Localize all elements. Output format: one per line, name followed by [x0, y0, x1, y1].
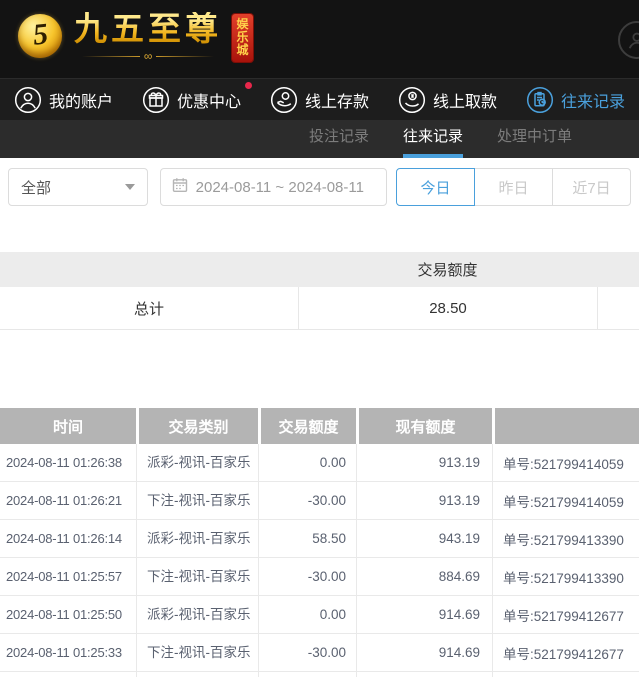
summary-total-row: 总计 28.50: [0, 287, 639, 330]
nav-item-promotions[interactable]: 优惠中心: [142, 86, 241, 114]
cell-amount: -30.00: [258, 558, 356, 595]
table-row[interactable]: 2024-08-11 01:25:57 下注-视讯-百家乐 -30.00 884…: [0, 558, 639, 596]
summary-table: 交易额度 总计 28.50: [0, 252, 639, 330]
yesterday-button[interactable]: 昨日: [474, 168, 553, 206]
cell-type: 下注-视讯-百家乐: [136, 634, 258, 671]
cell-balance: 914.69: [356, 634, 492, 671]
category-select-value: 全部: [21, 177, 51, 198]
date-range-input[interactable]: 2024-08-11 ~ 2024-08-11: [160, 168, 387, 206]
filter-bar: 全部 2024-08-11 ~ 2024-08-11 今日 昨日 近7日: [8, 168, 631, 206]
cell-balance: 913.19: [356, 444, 492, 481]
col-header-time: 时间: [0, 408, 136, 444]
cell-order: 单号:521799414059: [492, 482, 639, 519]
brand-header: 5 九五至尊 ∞ 娱 乐 城: [0, 0, 639, 78]
col-header-balance: 现有额度: [356, 408, 492, 444]
cell-type: 派彩-视讯-百家乐: [136, 520, 258, 557]
calendar-icon: [172, 177, 188, 197]
table-row[interactable]: 2024-08-11 01:26:38 派彩-视讯-百家乐 0.00 913.1…: [0, 444, 639, 482]
table-row[interactable]: 2024-08-11 01:25:33 下注-视讯-百家乐 -30.00 914…: [0, 634, 639, 672]
cell-balance: 913.19: [356, 482, 492, 519]
notification-dot: [245, 82, 252, 89]
cell-type: 下注-视讯-百家乐: [136, 558, 258, 595]
records-icon: [526, 86, 554, 114]
cell-type: 派彩-视讯-百家乐: [136, 596, 258, 633]
summary-header-amount: 交易额度: [298, 259, 597, 280]
gift-icon: [142, 86, 170, 114]
nav-item-label: 线上取款: [433, 88, 497, 112]
nav-item-label: 往来记录: [561, 88, 625, 112]
date-range-value: 2024-08-11 ~ 2024-08-11: [196, 179, 364, 196]
transactions-table: 时间 交易类别 交易额度 现有额度 2024-08-11 01:26:38 派彩…: [0, 408, 639, 677]
last7days-button[interactable]: 近7日: [552, 168, 631, 206]
nav-item-label: 线上存款: [305, 88, 369, 112]
cell-order: 单号:521799412677: [492, 596, 639, 633]
cell-amount: -30.00: [258, 634, 356, 671]
cell-type: 派彩-视讯-百家乐: [136, 444, 258, 481]
cell-amount: 58.50: [258, 520, 356, 557]
cell-time: 2024-08-11 01:25:50: [0, 596, 136, 633]
brand-badge: 娱 乐 城: [232, 14, 253, 62]
col-header-order: [492, 408, 639, 444]
cell-time: 2024-08-11 01:26:21: [0, 482, 136, 519]
table-row[interactable]: 2024-08-11 01:26:21 下注-视讯-百家乐 -30.00 913…: [0, 482, 639, 520]
cell-time: 2024-08-11 01:25:57: [0, 558, 136, 595]
col-header-type: 交易类别: [136, 408, 258, 444]
cell-order: 单号:521799413390: [492, 520, 639, 557]
logo-monogram: 5: [31, 17, 49, 52]
cell-time: 2024-08-11 01:26:38: [0, 444, 136, 481]
today-button[interactable]: 今日: [396, 168, 475, 206]
cell-type: 下注-视讯-百家乐: [136, 482, 258, 519]
cell-order: 单号:521799414059: [492, 444, 639, 481]
table-row[interactable]: 2024-08-11 01:25:50 派彩-视讯-百家乐 0.00 914.6…: [0, 596, 639, 634]
badge-char: 城: [236, 44, 248, 57]
cell-order: 单号:521799412677: [492, 634, 639, 671]
brand-logo[interactable]: 九五至尊 ∞: [74, 12, 222, 62]
flourish-ornament: ∞: [82, 50, 215, 62]
nav-item-transactions[interactable]: 往来记录: [526, 86, 625, 114]
summary-total-value: 28.50: [298, 287, 597, 329]
brand-logo-icon[interactable]: 5: [18, 14, 62, 58]
transactions-header-row: 时间 交易类别 交易额度 现有额度: [0, 408, 639, 444]
user-avatar-icon[interactable]: [618, 21, 639, 59]
cell-time: 2024-08-11 01:25:33: [0, 634, 136, 671]
category-select[interactable]: 全部: [8, 168, 148, 206]
cell-amount: 0.00: [258, 596, 356, 633]
withdraw-icon: [398, 86, 426, 114]
tab-bet-records[interactable]: 投注记录: [309, 120, 369, 158]
nav-item-label: 优惠中心: [177, 88, 241, 112]
user-icon: [14, 86, 42, 114]
transactions-body: 2024-08-11 01:26:38 派彩-视讯-百家乐 0.00 913.1…: [0, 444, 639, 672]
cell-balance: 943.19: [356, 520, 492, 557]
partial-row: [0, 672, 639, 677]
cell-time: 2024-08-11 01:26:14: [0, 520, 136, 557]
summary-header-row: 交易额度: [0, 252, 639, 287]
quick-date-buttons: 今日 昨日 近7日: [396, 168, 631, 206]
nav-item-label: 我的账户: [49, 88, 113, 112]
cell-amount: 0.00: [258, 444, 356, 481]
cell-amount: -30.00: [258, 482, 356, 519]
nav-item-withdraw[interactable]: 线上取款: [398, 86, 497, 114]
cell-balance: 914.69: [356, 596, 492, 633]
record-tabs: 投注记录 往来记录 处理中订单: [0, 120, 639, 158]
tab-transaction-records[interactable]: 往来记录: [403, 120, 463, 158]
summary-total-label: 总计: [0, 287, 298, 329]
tab-processing-orders[interactable]: 处理中订单: [497, 120, 572, 158]
table-row[interactable]: 2024-08-11 01:26:14 派彩-视讯-百家乐 58.50 943.…: [0, 520, 639, 558]
nav-item-deposit[interactable]: 线上存款: [270, 86, 369, 114]
brand-title: 九五至尊: [74, 12, 222, 48]
cell-order: 单号:521799413390: [492, 558, 639, 595]
cell-balance: 884.69: [356, 558, 492, 595]
col-header-amount: 交易额度: [258, 408, 356, 444]
chevron-down-icon: [125, 184, 135, 190]
deposit-icon: [270, 86, 298, 114]
nav-item-my-account[interactable]: 我的账户: [14, 86, 113, 114]
main-nav: 我的账户 优惠中心 线上存款: [0, 78, 639, 120]
